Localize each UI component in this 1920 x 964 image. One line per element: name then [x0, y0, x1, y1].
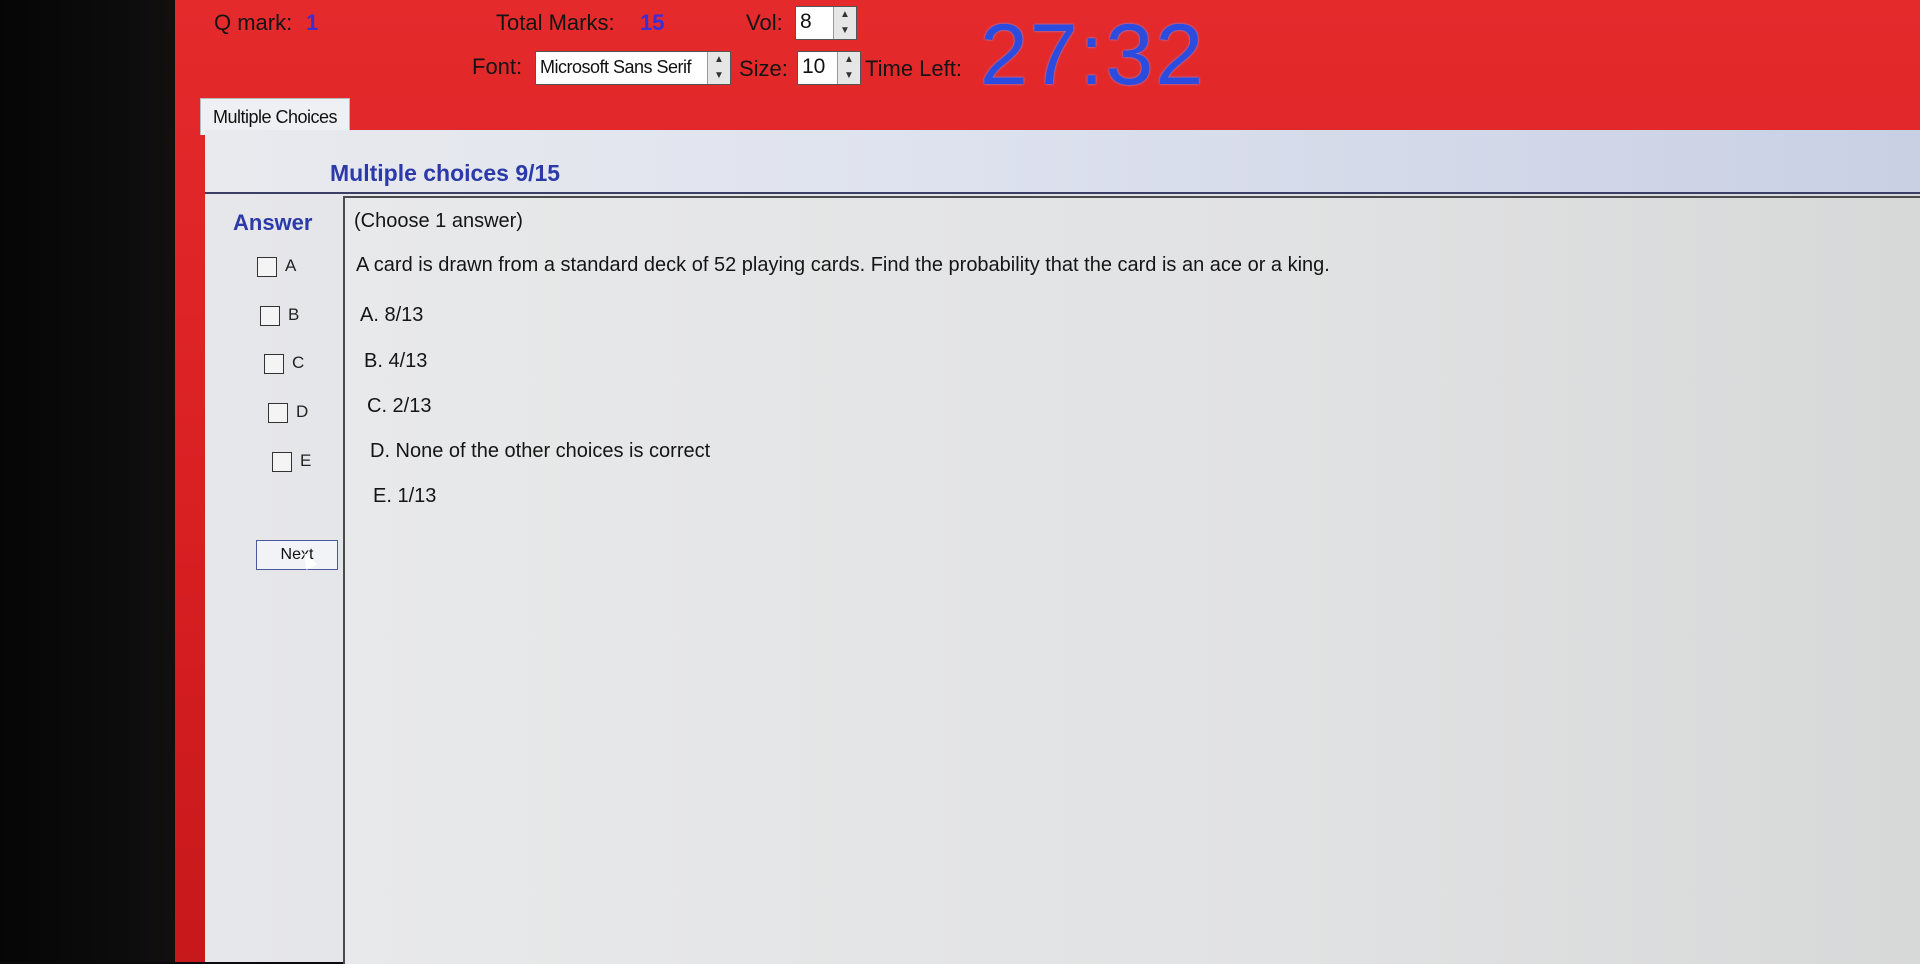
size-label: Size: [739, 56, 788, 81]
volume-spinner[interactable]: 8 ▲ ▼ [795, 6, 857, 40]
checkbox-c[interactable] [264, 354, 284, 374]
answer-option-label: B [288, 305, 300, 324]
answer-label: Answer [233, 210, 313, 235]
font-value[interactable]: Microsoft Sans Serif [540, 57, 692, 78]
question-box [343, 196, 1920, 964]
checkbox-a[interactable] [257, 257, 277, 277]
checkbox-e[interactable] [272, 452, 292, 472]
question-instruction: (Choose 1 answer) [354, 210, 523, 232]
answer-option-label: A [285, 256, 297, 275]
font-spin-buttons[interactable]: ▲ ▼ [707, 52, 730, 84]
total-marks-label: Total Marks: [496, 10, 615, 35]
choice-text-a: A. 8/13 [360, 304, 424, 326]
checkbox-b[interactable] [260, 306, 280, 326]
choice-text-e: E. 1/13 [373, 485, 437, 507]
next-button[interactable]: Next [256, 540, 338, 570]
volume-label: Vol: [746, 10, 783, 35]
choice-text-c: C. 2/13 [367, 395, 432, 417]
spin-up-icon[interactable]: ▲ [708, 52, 730, 68]
answer-option-label: C [292, 353, 305, 372]
spin-up-icon[interactable]: ▲ [838, 52, 860, 68]
q-mark-value: 1 [306, 10, 319, 35]
size-value[interactable]: 10 [802, 55, 825, 79]
checkbox-d[interactable] [268, 403, 288, 423]
spin-up-icon[interactable]: ▲ [834, 7, 856, 23]
font-selector[interactable]: Microsoft Sans Serif ▲ ▼ [535, 51, 731, 85]
q-mark-label: Q mark: [214, 10, 293, 35]
spin-down-icon[interactable]: ▼ [834, 23, 856, 39]
size-spin-buttons[interactable]: ▲ ▼ [837, 52, 860, 84]
choice-text-d: D. None of the other choices is correct [370, 440, 711, 462]
font-label: Font: [472, 54, 523, 79]
spin-down-icon[interactable]: ▼ [838, 68, 860, 84]
countdown-timer: 27:32 [980, 7, 1206, 103]
answer-option-label: D [296, 402, 309, 421]
section-title: Multiple choices 9/15 [330, 160, 561, 186]
time-left-label: Time Left: [865, 56, 962, 81]
question-text: A card is drawn from a standard deck of … [356, 254, 1330, 276]
spin-down-icon[interactable]: ▼ [708, 68, 730, 84]
size-spinner[interactable]: 10 ▲ ▼ [797, 51, 861, 85]
volume-value[interactable]: 8 [800, 10, 812, 34]
answer-option-label: E [300, 451, 312, 470]
volume-spin-buttons[interactable]: ▲ ▼ [833, 7, 856, 39]
choice-text-b: B. 4/13 [364, 350, 428, 372]
screen-bezel [0, 0, 190, 962]
total-marks-value: 15 [640, 10, 665, 35]
